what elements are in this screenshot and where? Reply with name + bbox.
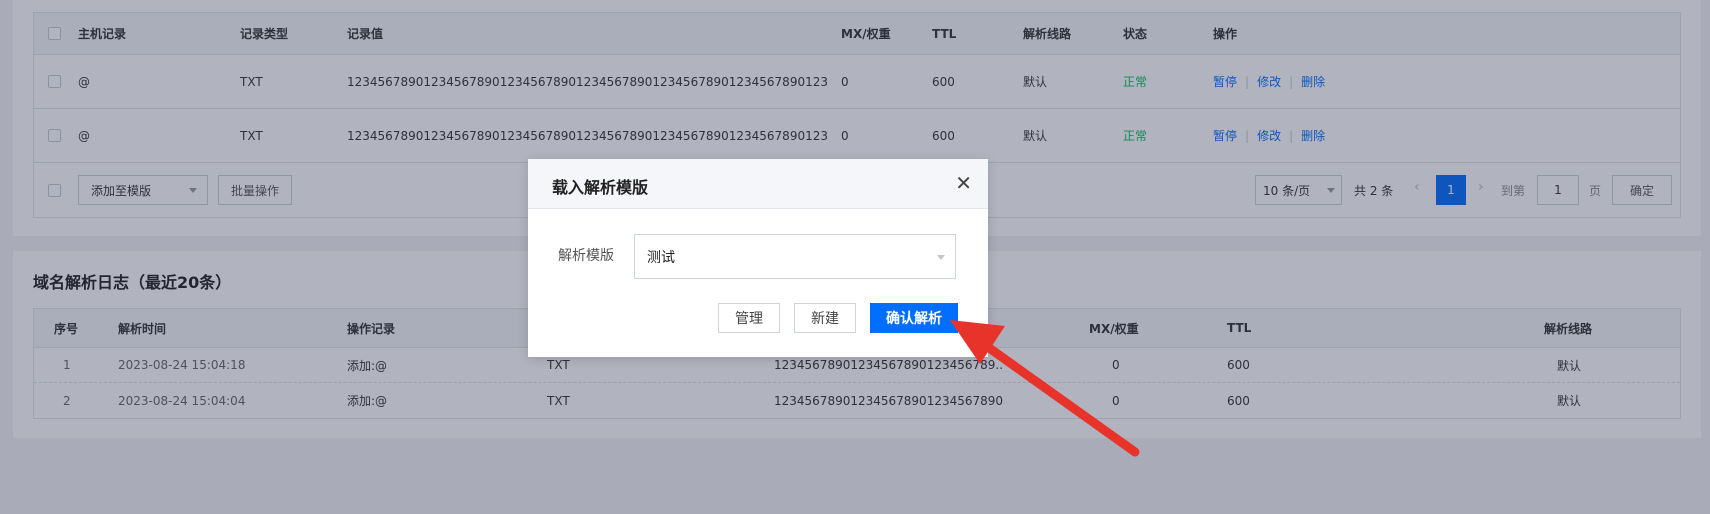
close-icon[interactable]: ✕ bbox=[955, 171, 972, 195]
dialog-header: 载入解析模版 ✕ bbox=[528, 159, 988, 209]
manage-button[interactable]: 管理 bbox=[718, 303, 780, 333]
template-field-label: 解析模版 bbox=[558, 248, 614, 264]
template-select[interactable]: 测试 bbox=[634, 234, 956, 279]
load-template-dialog: 载入解析模版 ✕ 解析模版 测试 管理 新建 确认解析 bbox=[528, 159, 988, 357]
page: 主机记录 记录类型 记录值 MX/权重 TTL 解析线路 状态 操作 @ TXT… bbox=[0, 0, 1710, 514]
template-select-value: 测试 bbox=[647, 249, 675, 266]
create-button[interactable]: 新建 bbox=[794, 303, 856, 333]
confirm-parse-button[interactable]: 确认解析 bbox=[870, 303, 958, 333]
dialog-title: 载入解析模版 bbox=[552, 178, 649, 197]
chevron-down-icon bbox=[937, 255, 945, 260]
